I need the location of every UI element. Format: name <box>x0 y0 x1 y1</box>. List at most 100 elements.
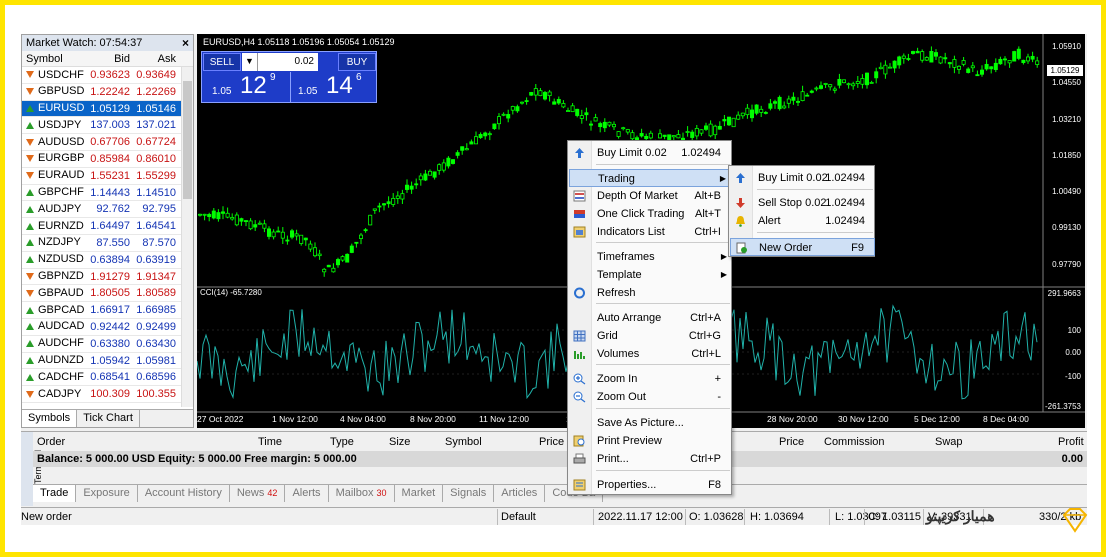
scrollbar-thumb[interactable] <box>183 81 192 199</box>
terminal-tabs: Trade Exposure Account History News 42 Alert… <box>33 484 1087 502</box>
tab-signals[interactable]: Signals <box>443 485 495 502</box>
candle <box>883 60 888 79</box>
market-watch-row[interactable]: EURGBP 0.85984 0.86010 <box>22 151 193 168</box>
row-symbol: GBPUSD <box>22 84 86 100</box>
candle <box>386 196 391 208</box>
row-symbol: EURNZD <box>22 218 86 234</box>
submenu-item-new-order[interactable]: New Order F9 <box>730 238 875 256</box>
menu-item-save-as-picture[interactable]: Save As Picture... <box>569 414 731 432</box>
menu-item-zoom-in[interactable]: Zoom In + <box>569 370 731 388</box>
candle <box>400 189 405 204</box>
candle <box>957 65 962 74</box>
market-watch-row[interactable]: EURAUD 1.55231 1.55299 <box>22 168 193 185</box>
candle <box>441 159 446 173</box>
column-symbol[interactable]: Symbol <box>445 436 482 448</box>
column-ask[interactable]: Ask <box>132 51 178 66</box>
menu-item-depth-of-market[interactable]: Depth Of Market Alt+B <box>569 187 731 205</box>
column-price-current[interactable]: Price <box>779 436 804 448</box>
candle <box>851 81 856 90</box>
column-type[interactable]: Type <box>330 436 354 448</box>
market-watch-row[interactable]: EURUSD 1.05129 1.05146 <box>22 100 193 118</box>
market-watch-row[interactable]: CADCHF 0.68541 0.68596 <box>22 369 193 387</box>
sell-price[interactable]: 1.05 12 9 <box>208 72 288 102</box>
column-commission[interactable]: Commission <box>824 436 885 448</box>
menu-item-timeframes[interactable]: Timeframes ▶ <box>569 248 731 266</box>
watermark-text: همیار کریپتو <box>926 508 995 524</box>
market-watch-row[interactable]: NZDUSD 0.63894 0.63919 <box>22 252 193 269</box>
balance-row[interactable]: Balance: 5 000.00 USD Equity: 5 000.00 F… <box>33 451 1087 467</box>
menu-item-grid[interactable]: Grid Ctrl+G <box>569 327 731 345</box>
menu-item-refresh[interactable]: Refresh <box>569 284 731 302</box>
tab-symbols[interactable]: Symbols <box>22 410 78 427</box>
market-watch-row[interactable]: AUDUSD 0.67706 0.67724 <box>22 134 193 151</box>
close-icon[interactable]: × <box>182 36 189 50</box>
submenu-item-sell-stop-0-02[interactable]: Sell Stop 0.02 1.02494 <box>730 194 875 212</box>
menu-item-auto-arrange[interactable]: Auto Arrange Ctrl+A <box>569 309 731 327</box>
candle <box>253 220 258 231</box>
menu-item-print-preview[interactable]: Print Preview <box>569 432 731 450</box>
market-watch-row[interactable]: USDJPY 137.003 137.021 <box>22 117 193 135</box>
tab-news[interactable]: News 42 <box>230 485 286 502</box>
column-symbol[interactable]: Symbol <box>22 51 86 66</box>
column-bid[interactable]: Bid <box>86 51 132 66</box>
chevron-down-icon[interactable]: ▼ <box>242 53 258 71</box>
market-watch-row[interactable]: AUDNZD 1.05942 1.05981 <box>22 353 193 370</box>
column-order[interactable]: Order <box>37 436 65 448</box>
time-axis-label: 8 Nov 20:00 <box>410 414 456 424</box>
buy-button[interactable]: BUY <box>338 53 376 71</box>
market-watch-row[interactable]: GBPCHF 1.14443 1.14510 <box>22 185 193 202</box>
market-watch-row[interactable]: AUDCAD 0.92442 0.92499 <box>22 319 193 336</box>
arrow-down-icon <box>26 155 34 163</box>
market-watch-row[interactable]: AUDCHF 0.63380 0.63430 <box>22 336 193 353</box>
tab-mailbox[interactable]: Mailbox 30 <box>329 485 395 502</box>
market-watch-row[interactable]: GBPCAD 1.66917 1.66985 <box>22 302 193 319</box>
column-size[interactable]: Size <box>389 436 410 448</box>
column-time[interactable]: Time <box>258 436 282 448</box>
menu-item-indicators-list[interactable]: Indicators List Ctrl+I <box>569 223 731 241</box>
candle <box>722 114 727 127</box>
market-watch-row[interactable]: NZDJPY 87.550 87.570 <box>22 235 193 252</box>
column-profit[interactable]: Profit <box>1058 436 1084 448</box>
market-watch-row[interactable]: EURNZD 1.64497 1.64541 <box>22 218 193 235</box>
menu-item-zoom-out[interactable]: Zoom Out - <box>569 388 731 406</box>
menu-item-buy-limit-0-02[interactable]: Buy Limit 0.02 1.02494 <box>569 144 731 162</box>
market-watch-row[interactable]: AUDJPY 92.762 92.795 <box>22 201 193 219</box>
market-watch-row[interactable]: GBPAUD 1.80505 1.80589 <box>22 285 193 303</box>
market-watch-scrollbar[interactable] <box>181 67 193 407</box>
menu-item-properties[interactable]: Properties... F8 <box>569 476 731 494</box>
submenu-item-alert[interactable]: Alert 1.02494 <box>730 212 875 230</box>
tab-alerts[interactable]: Alerts <box>285 485 329 502</box>
candle <box>952 55 957 74</box>
menu-item-print[interactable]: Print... Ctrl+P <box>569 450 731 468</box>
sell-button[interactable]: SELL <box>203 53 241 71</box>
column-price[interactable]: Price <box>539 436 564 448</box>
balance-text: Balance: 5 000.00 USD Equity: 5 000.00 F… <box>37 453 357 465</box>
buy-limit-icon <box>736 173 745 183</box>
market-watch-row[interactable]: GBPNZD 1.91279 1.91347 <box>22 269 193 286</box>
market-watch-row[interactable]: CADJPY 100.309 100.355 <box>22 386 193 403</box>
tab-account-history[interactable]: Account History <box>138 485 230 502</box>
market-watch-header: Symbol Bid Ask <box>22 51 193 67</box>
tab-trade[interactable]: Trade <box>33 485 77 502</box>
candle <box>819 81 824 90</box>
tab-articles[interactable]: Articles <box>494 485 546 502</box>
one-click-trading-panel: SELL 0.02 ▼ BUY 1.05 12 9 1.05 14 6 <box>201 51 377 103</box>
row-ask: 0.63430 <box>136 337 176 350</box>
menu-item-one-click-trading[interactable]: One Click Trading Alt+T <box>569 205 731 223</box>
buy-price[interactable]: 1.05 14 6 <box>294 72 374 102</box>
status-open: O: 1.03628 <box>689 511 744 523</box>
menu-item-trading[interactable]: Trading ▶ <box>569 169 731 187</box>
row-bid: 1.55231 <box>90 169 130 182</box>
arrow-up-icon <box>26 188 34 196</box>
market-watch-row[interactable]: GBPUSD 1.22242 1.22269 <box>22 84 193 101</box>
tab-exposure[interactable]: Exposure <box>76 485 138 502</box>
tab-market[interactable]: Market <box>395 485 444 502</box>
status-profile[interactable]: Default <box>501 511 536 523</box>
market-watch-row[interactable]: USDCHF 0.93623 0.93649 <box>22 67 193 84</box>
menu-item-volumes[interactable]: Volumes Ctrl+L <box>569 345 731 363</box>
column-swap[interactable]: Swap <box>935 436 963 448</box>
submenu-item-buy-limit-0-02[interactable]: Buy Limit 0.02 1.02494 <box>730 169 875 187</box>
row-symbol: GBPCHF <box>22 185 86 201</box>
menu-item-template[interactable]: Template ▶ <box>569 266 731 284</box>
tab-tick-chart[interactable]: Tick Chart <box>77 410 140 427</box>
